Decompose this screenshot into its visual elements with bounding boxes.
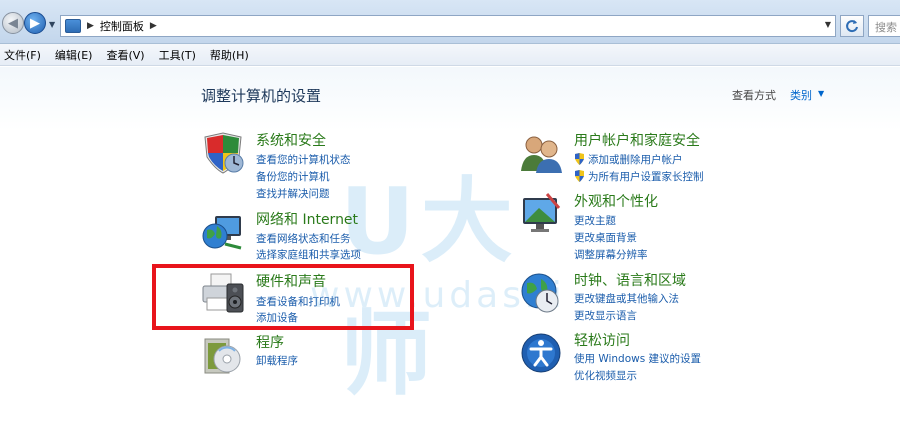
link-parental-controls[interactable]: 为所有用户设置家长控制	[574, 169, 704, 184]
menu-help[interactable]: 帮助(H)	[210, 47, 249, 63]
link-homegroup-sharing[interactable]: 选择家庭组和共享选项	[256, 247, 361, 262]
category-title[interactable]: 网络和 Internet	[256, 209, 358, 229]
programs-box-icon[interactable]	[201, 333, 245, 377]
address-toolbar: ◀ ▶ ▼ ▶ 控制面板 ▶ ▼ 搜索	[0, 0, 900, 44]
view-by-label: 查看方式	[732, 89, 776, 102]
breadcrumb-control-panel[interactable]: 控制面板	[100, 18, 144, 34]
link-add-remove-accounts[interactable]: 添加或删除用户帐户	[574, 152, 683, 167]
link-text[interactable]: 添加或删除用户帐户	[588, 154, 683, 166]
recent-pages-dropdown-icon[interactable]: ▼	[49, 20, 55, 29]
address-field[interactable]: ▶ 控制面板 ▶ ▼	[60, 15, 836, 37]
category-title[interactable]: 时钟、语言和区域	[574, 270, 686, 290]
back-button[interactable]: ◀	[2, 12, 24, 34]
breadcrumb-arrow-icon[interactable]: ▶	[87, 21, 94, 31]
refresh-icon	[846, 20, 858, 33]
users-icon[interactable]	[519, 131, 563, 175]
category-title[interactable]: 程序	[256, 332, 284, 352]
link-backup-computer[interactable]: 备份您的计算机	[256, 169, 330, 184]
link-change-desktop-background[interactable]: 更改桌面背景	[574, 230, 637, 245]
link-network-status[interactable]: 查看网络状态和任务	[256, 231, 351, 246]
link-text[interactable]: 为所有用户设置家长控制	[588, 171, 704, 183]
category-title[interactable]: 用户帐户和家庭安全	[574, 130, 700, 150]
link-uninstall-program[interactable]: 卸载程序	[256, 353, 298, 368]
category-title[interactable]: 轻松访问	[574, 330, 630, 350]
breadcrumb-arrow-icon[interactable]: ▶	[150, 21, 157, 31]
chevron-down-icon[interactable]: ▼	[818, 89, 824, 98]
monitor-palette-icon[interactable]	[519, 192, 563, 236]
menu-bar: 文件(F) 编辑(E) 查看(V) 工具(T) 帮助(H)	[0, 44, 900, 66]
uac-shield-icon	[575, 170, 584, 182]
link-change-keyboard-input[interactable]: 更改键盘或其他输入法	[574, 291, 679, 306]
highlight-box	[152, 264, 414, 330]
uac-shield-icon	[575, 153, 584, 165]
link-windows-recommended-settings[interactable]: 使用 Windows 建议的设置	[574, 351, 701, 366]
link-adjust-resolution[interactable]: 调整屏幕分辨率	[574, 247, 648, 262]
category-title[interactable]: 外观和个性化	[574, 191, 658, 211]
link-view-computer-status[interactable]: 查看您的计算机状态	[256, 152, 351, 167]
menu-tools[interactable]: 工具(T)	[159, 47, 196, 63]
menu-view[interactable]: 查看(V)	[106, 47, 144, 63]
globe-clock-icon[interactable]	[519, 271, 563, 315]
link-change-display-language[interactable]: 更改显示语言	[574, 308, 637, 323]
view-by-dropdown[interactable]: 类别	[790, 87, 812, 103]
link-troubleshoot[interactable]: 查找并解决问题	[256, 186, 330, 201]
menu-edit[interactable]: 编辑(E)	[55, 47, 93, 63]
shield-icon[interactable]	[201, 131, 245, 175]
ease-of-access-icon[interactable]	[519, 331, 563, 375]
forward-button[interactable]: ▶	[24, 12, 46, 34]
menu-file[interactable]: 文件(F)	[4, 47, 41, 63]
link-optimize-visual-display[interactable]: 优化视频显示	[574, 368, 637, 383]
page-title: 调整计算机的设置	[201, 87, 322, 105]
category-title[interactable]: 系统和安全	[256, 130, 326, 150]
address-dropdown-icon[interactable]: ▼	[825, 20, 831, 29]
link-change-theme[interactable]: 更改主题	[574, 213, 616, 228]
refresh-button[interactable]	[840, 15, 864, 37]
search-input[interactable]: 搜索	[868, 15, 900, 37]
network-globe-icon[interactable]	[201, 210, 245, 254]
watermark: U大师 www.udashi	[310, 147, 610, 408]
control-panel-icon	[65, 19, 81, 33]
control-panel-content: U大师 www.udashi 调整计算机的设置 查看方式 类别 ▼ 系统和安全 …	[0, 67, 900, 421]
